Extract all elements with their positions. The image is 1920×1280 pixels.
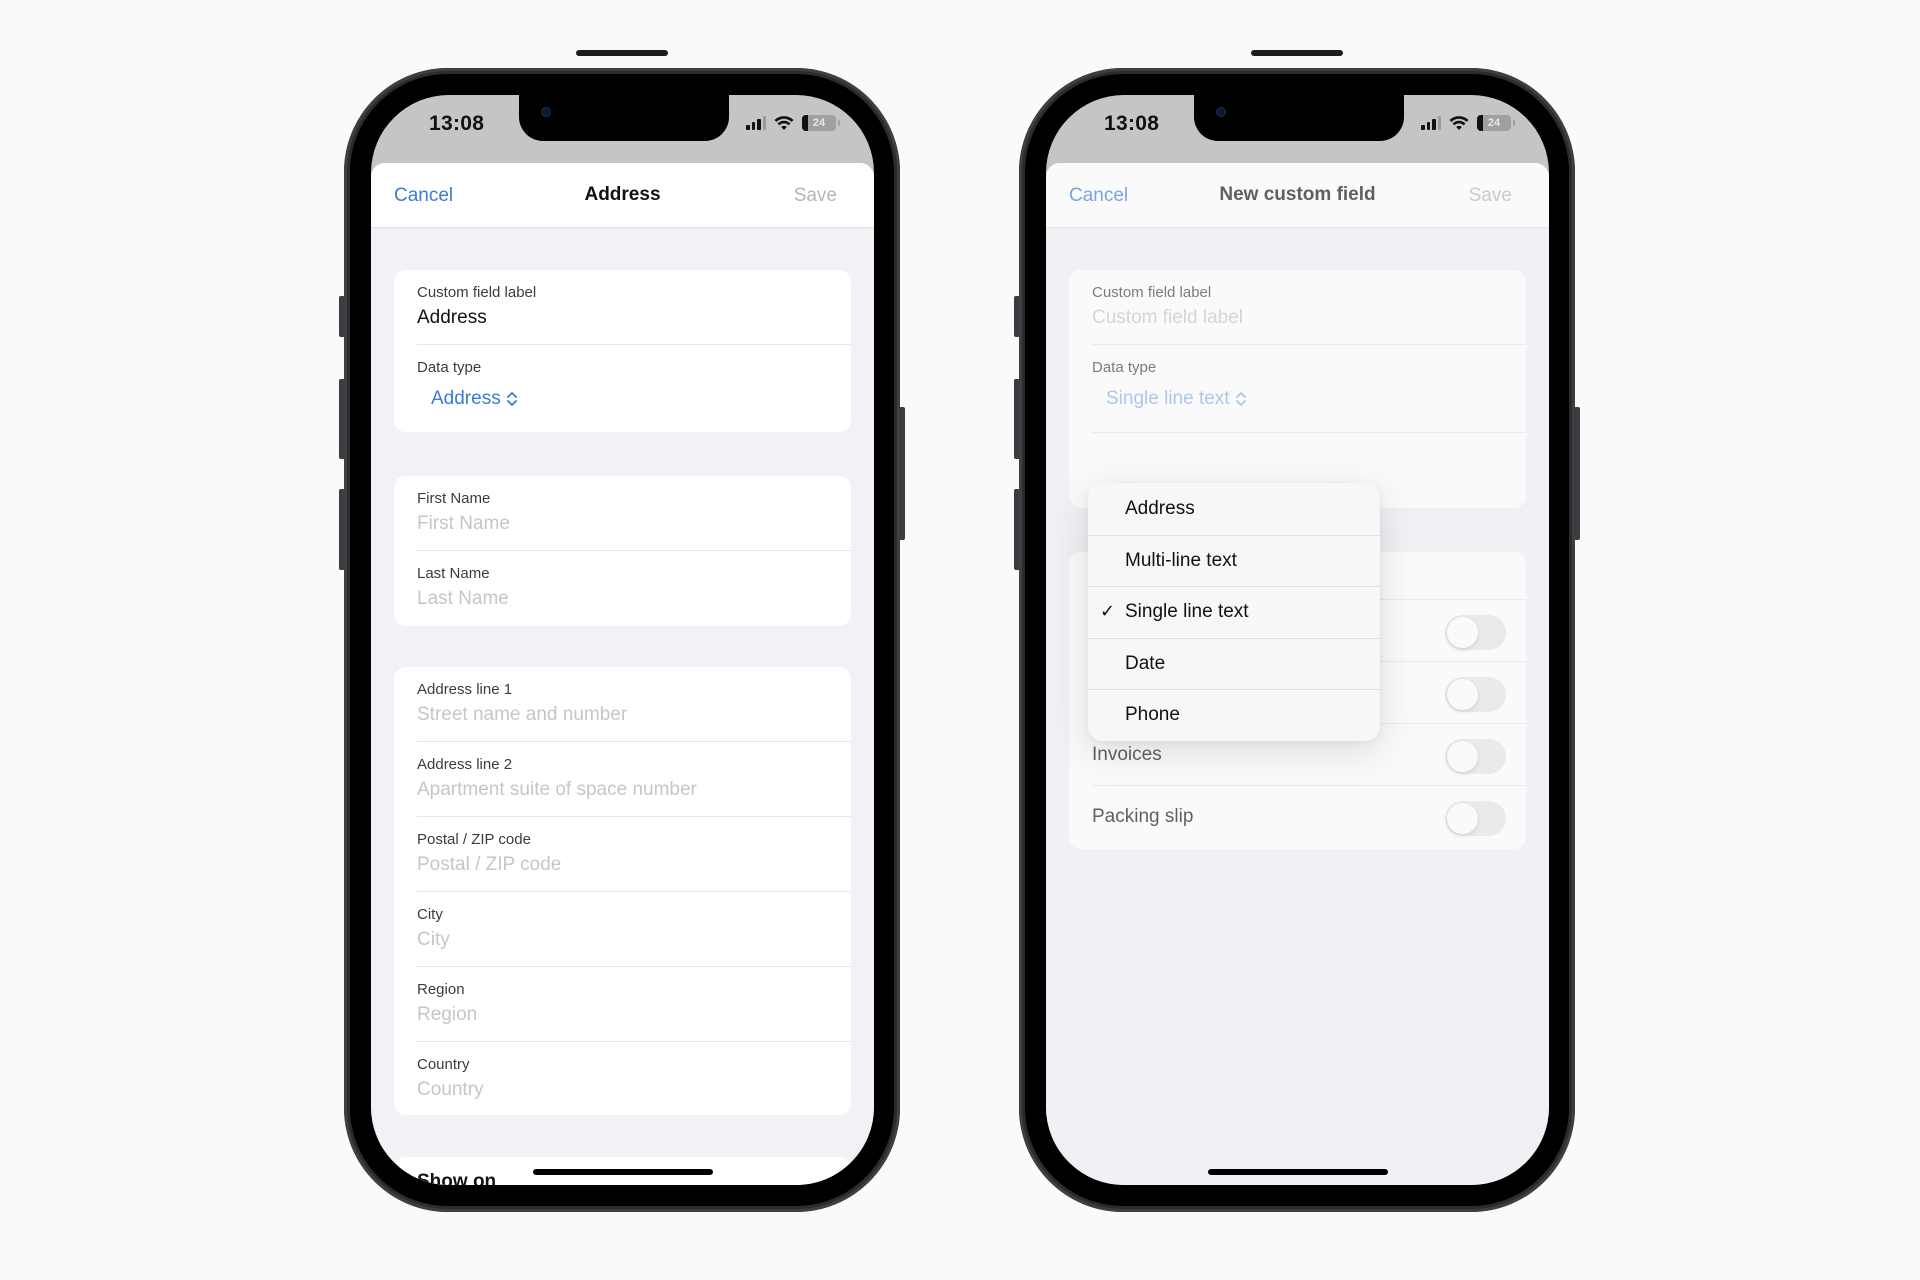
postal-code-row[interactable]: Postal / ZIP code Postal / ZIP code [394,817,851,892]
chevron-up-down-icon [506,392,517,406]
speaker-grille [576,50,668,56]
menu-item-label: Date [1125,652,1166,674]
battery-icon: 24 [1477,115,1515,131]
toggle-switch[interactable] [1445,615,1506,650]
city-input[interactable]: City [417,929,851,951]
home-indicator[interactable] [1208,1169,1388,1175]
show-on-heading: Show on [417,1171,497,1185]
address-line-1-label: Address line 1 [417,681,513,698]
screen: 13:08 24 Cancel Address Save Custom fiel… [371,95,874,1185]
save-button[interactable]: Save [794,185,837,207]
city-row[interactable]: City City [394,892,851,967]
status-time: 13:08 [429,112,485,135]
toggle-knob [1447,803,1478,834]
toggle-knob [1447,617,1478,648]
menu-item-date[interactable]: Date [1088,637,1380,690]
status-icons: 24 [746,115,840,131]
region-input[interactable]: Region [417,1004,851,1026]
toggle-row-packing-slip: Packing slip [1069,786,1526,848]
modal-sheet: Cancel New custom field Save Custom fiel… [1046,163,1549,1185]
data-type-picker[interactable]: Address [431,388,518,410]
wifi-icon [774,115,794,130]
menu-item-label: Phone [1125,704,1180,726]
address-line-1-row[interactable]: Address line 1 Street name and number [394,667,851,742]
menu-item-label: Address [1125,497,1195,519]
menu-item-label: Multi-line text [1125,549,1237,571]
field-card: Custom field label Custom field label Da… [1069,270,1526,508]
address-line-1-input[interactable]: Street name and number [417,704,851,726]
custom-field-label-input[interactable]: Address [417,307,851,329]
data-type-picker[interactable]: Single line text [1106,388,1247,410]
status-time: 13:08 [1104,112,1160,135]
first-name-input[interactable]: First Name [417,513,851,535]
phone-right: 13:08 24 Cancel New custom field Save Cu… [1014,50,1580,1212]
menu-item-label: Single line text [1125,601,1249,623]
country-row[interactable]: Country Country [394,1042,851,1115]
modal-sheet: Cancel Address Save Custom field label A… [371,163,874,1185]
toggle-label-packing-slip: Packing slip [1092,806,1194,827]
country-input[interactable]: Country [417,1079,851,1101]
data-type-caption: Data type [1092,359,1157,376]
custom-field-label-input[interactable]: Custom field label [1092,307,1526,329]
packing-slip-toggle[interactable] [1445,801,1506,836]
notch [1194,95,1404,141]
phone-left: 13:08 24 Cancel Address Save Custom fiel… [339,50,905,1212]
data-type-row: Data type Address [394,345,851,432]
region-row[interactable]: Region Region [394,967,851,1042]
custom-field-label-caption: Custom field label [1092,284,1212,301]
address-line-2-input[interactable]: Apartment suite of space number [417,779,851,801]
postal-code-input[interactable]: Postal / ZIP code [417,854,851,876]
toggle-knob [1447,741,1478,772]
last-name-label: Last Name [417,565,490,582]
cellular-signal-icon [1421,116,1441,130]
menu-item-multi-line-text[interactable]: Multi-line text [1088,534,1380,587]
address-line-2-row[interactable]: Address line 2 Apartment suite of space … [394,742,851,817]
save-button[interactable]: Save [1469,185,1512,207]
menu-item-address[interactable]: Address [1088,483,1380,535]
custom-field-label-row[interactable]: Custom field label Address [394,270,851,345]
address-line-2-label: Address line 2 [417,756,513,773]
first-name-row[interactable]: First Name First Name [394,476,851,551]
name-card: First Name First Name Last Name Last Nam… [394,476,851,626]
nav-bar: Cancel New custom field Save [1046,163,1549,228]
first-name-label: First Name [417,490,491,507]
region-label: Region [417,981,465,998]
postal-code-label: Postal / ZIP code [417,831,531,848]
country-label: Country [417,1056,470,1073]
data-type-caption: Data type [417,359,482,376]
wifi-icon [1449,115,1469,130]
last-name-row[interactable]: Last Name Last Name [394,551,851,626]
data-type-value: Address [431,388,501,409]
cellular-signal-icon [746,116,766,130]
notch [519,95,729,141]
home-indicator[interactable] [533,1169,713,1175]
speaker-grille [1251,50,1343,56]
toggle-label-invoices: Invoices [1092,744,1162,765]
invoices-toggle[interactable] [1445,739,1506,774]
data-type-row: Data type Single line text [1069,345,1526,433]
camera-icon [1216,107,1226,117]
custom-field-label-row[interactable]: Custom field label Custom field label [1069,270,1526,345]
data-type-value: Single line text [1106,388,1230,409]
nav-bar: Cancel Address Save [371,163,874,228]
address-card: Address line 1 Street name and number Ad… [394,667,851,1115]
field-card: Custom field label Address Data type Add… [394,270,851,432]
battery-icon: 24 [802,115,840,131]
toggle-knob [1447,679,1478,710]
menu-item-phone[interactable]: Phone [1088,689,1380,741]
data-type-menu: Address Multi-line text ✓ Single line te… [1088,483,1380,741]
camera-icon [541,107,551,117]
chevron-up-down-icon [1235,392,1246,406]
custom-field-label-caption: Custom field label [417,284,537,301]
checkmark-icon: ✓ [1100,601,1116,621]
contract-toggle[interactable] [1445,677,1506,712]
status-icons: 24 [1421,115,1515,131]
city-label: City [417,906,443,923]
menu-item-single-line-text[interactable]: ✓ Single line text [1088,586,1380,638]
screen: 13:08 24 Cancel New custom field Save Cu… [1046,95,1549,1185]
last-name-input[interactable]: Last Name [417,588,851,610]
